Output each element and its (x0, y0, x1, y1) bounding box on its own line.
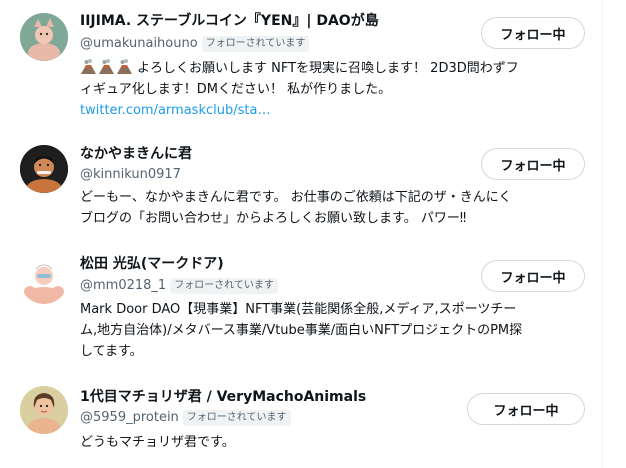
bio-line: よろしくお願いします NFTを現実に召喚します！ 2D3D問わずフ (80, 58, 519, 79)
user-handle[interactable]: @kinnikun0917 (80, 165, 181, 185)
volcano-icon (117, 59, 132, 74)
display-name[interactable]: 松田 光弘(マークドア) (80, 254, 224, 274)
bio-line: ム,地方自治体)/メタバース事業/Vtube事業/面白いNFTプロジェクトのPM… (80, 323, 523, 338)
follows-you-badge: フォローされています (170, 278, 278, 294)
avatar[interactable] (20, 145, 68, 193)
follows-you-badge: フォローされています (201, 36, 310, 52)
user-bio: Mark Door DAO【現事業】NFT事業(芸能関係全般,メディア,スポーツ… (80, 299, 522, 362)
user-cell[interactable]: 松田 光弘(マークドア) @mm0218_1 フォローされています フォロー中 … (0, 244, 602, 374)
handle-row: @umakunaihouno フォローされています (80, 34, 310, 54)
following-button[interactable]: フォロー中 (467, 393, 585, 425)
bio-line: twitter.com/armaskclub/sta… (80, 100, 519, 121)
following-list: IIJIMA. ステーブルコイン『YEN』| DAOが島 @umakunaiho… (0, 0, 603, 468)
bio-line: どうもマチョリザ君です。 (80, 435, 235, 450)
handle-row: @kinnikun0917 (80, 165, 181, 185)
bio-line: どーもー、なかやまきんに君です。 お仕事のご依頼は下記のザ・きんにく (80, 190, 512, 205)
user-bio: よろしくお願いします NFTを現実に召喚します！ 2D3D問わずフ ィギュア化し… (80, 58, 519, 121)
bio-line: ィギュア化します！DMください！ 私が作りました。 (80, 82, 392, 97)
user-handle[interactable]: @umakunaihouno (80, 34, 198, 54)
user-cell[interactable]: 1代目マチョリザ君 / VeryMachoAnimals @5959_prote… (0, 380, 602, 468)
bio-line: Mark Door DAO【現事業】NFT事業(芸能関係全般,メディア,スポーツ… (80, 302, 517, 317)
display-name[interactable]: IIJIMA. ステーブルコイン『YEN』| DAOが島 (80, 11, 379, 31)
follows-you-badge: フォローされています (182, 410, 291, 426)
user-bio: どうもマチョリザ君です。 (80, 432, 235, 453)
avatar[interactable] (20, 386, 68, 434)
avatar[interactable] (20, 256, 68, 304)
display-name[interactable]: なかやまきんに君 (80, 144, 192, 164)
bio-line: ブログの「お問い合わせ」からよろしくお願い致します。 パワー‼ (80, 211, 467, 226)
following-button[interactable]: フォロー中 (481, 148, 585, 180)
bio-link[interactable]: twitter.com/armaskclub/sta… (80, 103, 270, 118)
bio-text: よろしくお願いします NFTを現実に召喚します！ 2D3D問わずフ (137, 61, 519, 76)
display-name[interactable]: 1代目マチョリザ君 / VeryMachoAnimals (80, 387, 366, 407)
handle-row: @5959_protein フォローされています (80, 408, 291, 428)
volcano-icon (81, 59, 96, 74)
user-handle[interactable]: @mm0218_1 (80, 276, 166, 296)
user-handle[interactable]: @5959_protein (80, 408, 179, 428)
following-button[interactable]: フォロー中 (481, 260, 585, 292)
user-cell[interactable]: IIJIMA. ステーブルコイン『YEN』| DAOが島 @umakunaiho… (0, 0, 602, 128)
volcano-icon (99, 59, 114, 74)
bio-line: してます。 (80, 344, 143, 359)
user-cell[interactable]: なかやまきんに君 @kinnikun0917 フォロー中 どーもー、なかやまきん… (0, 133, 602, 243)
user-bio: どーもー、なかやまきんに君です。 お仕事のご依頼は下記のザ・きんにく ブログの「… (80, 187, 511, 229)
avatar[interactable] (20, 13, 68, 61)
handle-row: @mm0218_1 フォローされています (80, 276, 278, 296)
following-button[interactable]: フォロー中 (481, 17, 585, 49)
